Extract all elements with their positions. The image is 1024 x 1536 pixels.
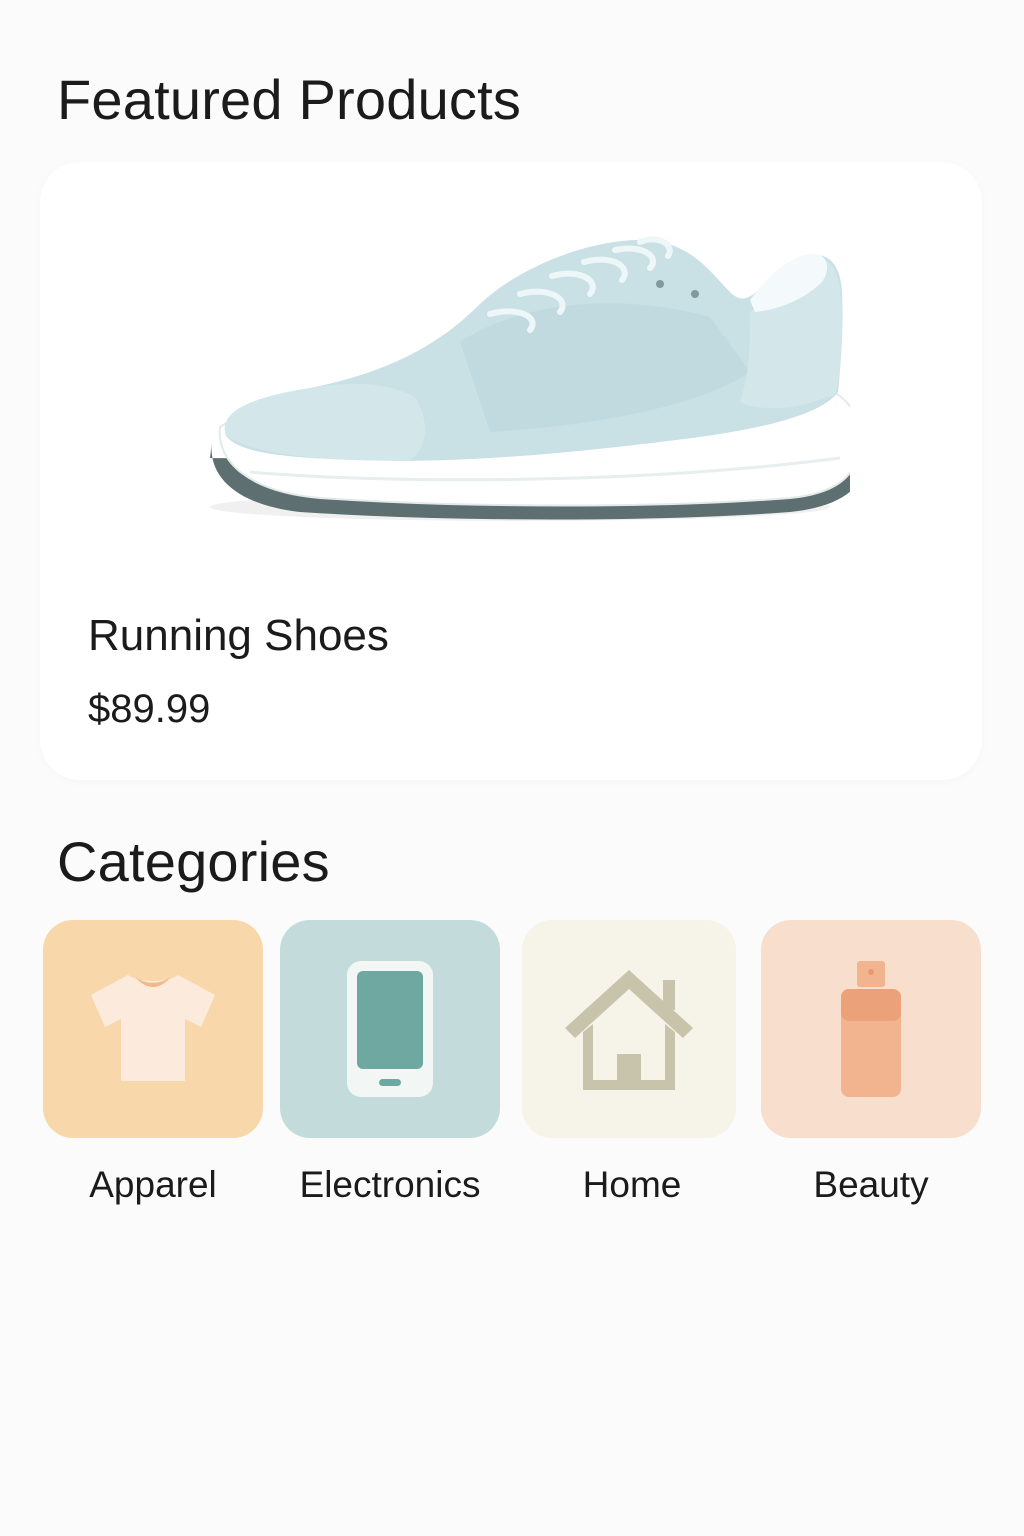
category-tile-beauty[interactable] [761,920,981,1138]
tshirt-icon [91,975,215,1081]
category-electronics[interactable]: Electronics [280,920,500,1210]
product-card[interactable]: Running Shoes $89.99 [40,162,982,780]
category-label-apparel: Apparel [89,1164,217,1205]
category-apparel[interactable]: Apparel [43,920,263,1210]
smartphone-icon [347,961,433,1097]
perfume-bottle-icon [841,961,901,1097]
category-beauty[interactable]: Beauty [761,920,981,1210]
category-tile-apparel[interactable] [43,920,263,1138]
category-label-home: Home [582,1164,682,1205]
category-label-electronics: Electronics [299,1164,481,1205]
categories-title: Categories [57,830,330,893]
featured-products-title: Featured Products [57,68,522,131]
product-name[interactable]: Running Shoes [88,614,389,658]
product-price: $89.99 [88,687,211,731]
category-home[interactable]: Home [522,920,742,1210]
running-shoe-image [210,236,850,521]
category-label-beauty: Beauty [813,1164,929,1205]
category-tile-electronics[interactable] [280,920,500,1138]
house-icon [565,970,693,1090]
category-tile-home[interactable] [522,920,736,1138]
